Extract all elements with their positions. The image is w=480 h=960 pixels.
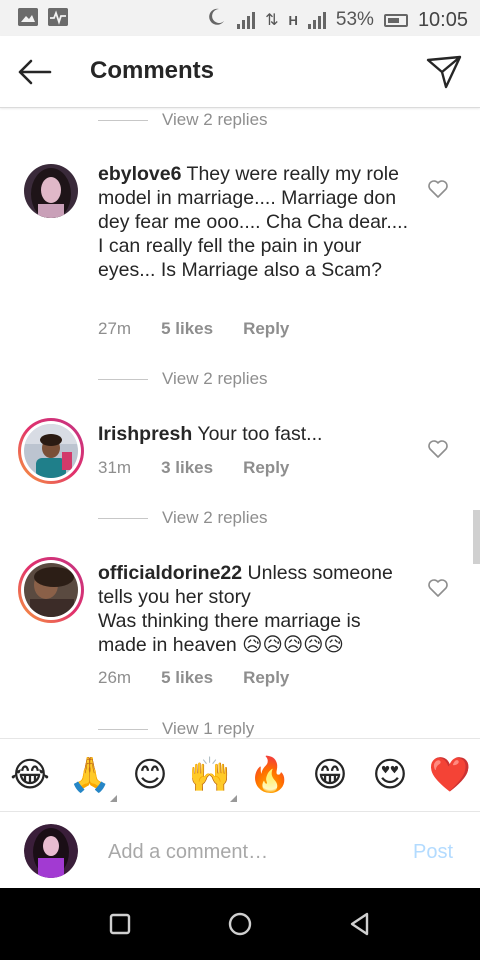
reply-button[interactable]: Reply [243,458,289,478]
view-replies-link[interactable]: View 2 replies [98,508,268,528]
emoji-joy-button[interactable]: 😂 [8,755,52,795]
post-button[interactable]: Post [413,841,453,864]
back-arrow-icon[interactable] [14,54,54,90]
emoji-pray-button[interactable]: 🙏 [68,755,112,795]
comments-header: Comments [0,36,480,108]
comment-time: 26m [98,668,132,687]
comment-meta: 27m 5 likes Reply [98,319,319,339]
home-circle-icon[interactable] [226,910,254,938]
view-replies-link[interactable]: View 1 reply [98,719,254,739]
avatar-story-ring[interactable] [18,418,84,484]
replies-divider [98,517,148,519]
replies-divider [98,378,148,380]
heart-icon[interactable] [427,439,449,459]
pulse-notification-icon [48,8,68,26]
comment-time: 31m [98,458,132,477]
emoji-variant-indicator [110,795,117,802]
emoji-fire-button[interactable]: 🔥 [248,755,292,795]
comment-meta: 26m 5 likes Reply [98,668,319,688]
scrollbar[interactable] [473,510,480,564]
heart-icon[interactable] [427,578,449,598]
avatar [24,824,78,878]
emoji-smile-button[interactable]: 😊 [128,755,172,795]
reply-button[interactable]: Reply [243,319,289,339]
avatar [24,424,78,478]
data-arrows-icon: ⇅ [265,12,279,29]
add-comment-input[interactable] [108,838,398,866]
comment-body: ebylove6 They were really my role model … [98,162,408,282]
signal-icon [237,11,256,29]
comment-time: 27m [98,319,132,338]
gallery-notification-icon [18,8,38,26]
battery-percent: 53% [335,9,374,30]
view-replies-link[interactable]: View 2 replies [98,369,268,389]
comment-body: officialdorine22 Unless someone tells yo… [98,561,408,657]
network-h-label: H [288,12,298,28]
comment-body: Irishpresh Your too fast... [98,422,408,446]
emoji-raised-hands-button[interactable]: 🙌 [188,755,232,795]
comment-likes[interactable]: 5 likes [161,668,213,688]
clock: 10:05 [417,8,468,31]
comment-likes[interactable]: 3 likes [161,458,213,478]
status-bar: ⇅ H 53% 10:05 [0,0,480,36]
replies-divider [98,119,148,121]
signal-icon-2 [307,11,326,29]
recents-square-icon[interactable] [106,910,134,938]
page-title: Comments [90,57,215,84]
avatar-story-ring[interactable] [18,557,84,623]
comment-composer: Post [0,812,480,888]
comment-text: Your too fast... [197,423,323,445]
back-triangle-icon[interactable] [346,910,374,938]
emoji-grin-button[interactable]: 😁 [308,755,352,795]
avatar [24,563,78,617]
emoji-variant-indicator [230,795,237,802]
moon-icon [205,6,227,34]
emoji-bar: 😂 🙏 😊 🙌 🔥 😁 😍 ❤️ [0,738,480,812]
comment-likes[interactable]: 5 likes [161,319,213,339]
comment-username[interactable]: Irishpresh [98,423,192,445]
emoji-heart-eyes-button[interactable]: 😍 [368,755,412,795]
reply-button[interactable]: Reply [243,668,289,688]
comment-username[interactable]: officialdorine22 [98,562,242,584]
battery-icon [383,13,408,27]
system-nav-bar [0,888,480,960]
comment-username[interactable]: ebylove6 [98,163,181,185]
emoji-red-heart-button[interactable]: ❤️ [428,755,472,795]
heart-icon[interactable] [427,179,449,199]
avatar[interactable] [24,164,78,218]
comment-meta: 31m 3 likes Reply [98,458,319,478]
paper-plane-icon[interactable] [424,52,464,92]
view-replies-link[interactable]: View 2 replies [98,110,268,130]
replies-divider [98,728,148,730]
